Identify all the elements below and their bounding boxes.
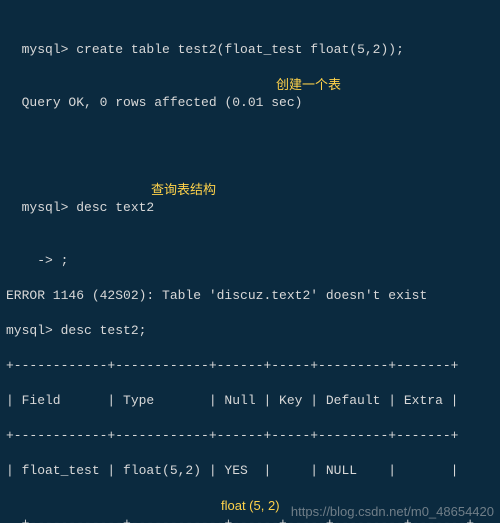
table-header: | Field | Type | Null | Key | Default | … xyxy=(6,392,494,410)
prompt: mysql> xyxy=(22,200,77,215)
table-row: | float_test | float(5,2) | YES | | NULL… xyxy=(6,462,494,480)
error-1146: ERROR 1146 (42S02): Table 'discuz.text2'… xyxy=(6,288,427,303)
annotation-desc: 查询表结构 xyxy=(151,181,216,199)
annotation-create-table: 创建一个表 xyxy=(276,76,341,94)
table-border: +------------+------------+------+-----+… xyxy=(6,357,494,375)
watermark: https://blog.csdn.net/m0_48654420 xyxy=(291,503,494,521)
sql-create-table: create table test2(float_test float(5,2)… xyxy=(76,42,404,57)
terminal[interactable]: mysql> create table test2(float_test flo… xyxy=(0,0,500,523)
prompt: mysql> xyxy=(22,42,77,57)
table-border: +------------+------------+------+-----+… xyxy=(6,427,494,445)
sql-desc-wrong: desc text2 xyxy=(76,200,154,215)
sql-desc-test2: desc test2; xyxy=(61,323,147,338)
query-ok-1: Query OK, 0 rows affected (0.01 sec) xyxy=(22,95,303,110)
annotation-float-1: float (5, 2) xyxy=(221,497,280,515)
prompt: mysql> xyxy=(6,323,61,338)
continuation: -> ; xyxy=(6,253,68,268)
